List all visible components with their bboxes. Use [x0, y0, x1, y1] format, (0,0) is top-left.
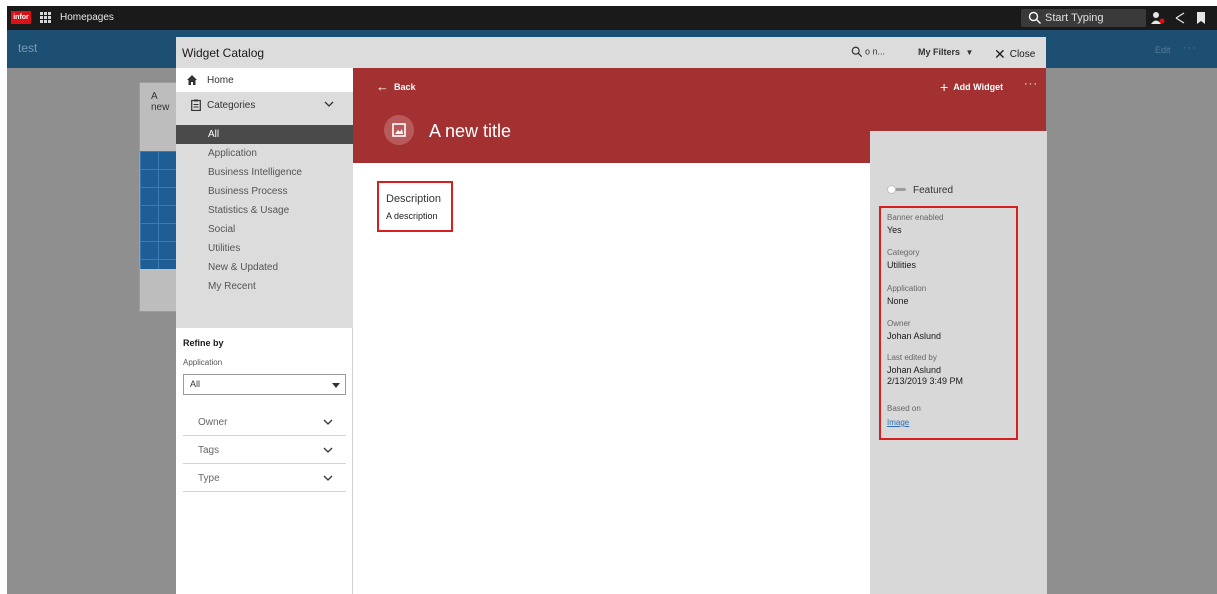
type-filter-label: Type	[198, 473, 220, 484]
nav-home-label: Home	[207, 75, 234, 86]
tags-filter-label: Tags	[198, 445, 220, 456]
catalog-search-button[interactable]: o n...	[851, 46, 885, 58]
arrow-left-icon: ←	[376, 79, 389, 94]
last-edited-label: Last edited by	[887, 353, 937, 362]
chevron-down-icon	[324, 101, 334, 107]
last-edited-value: Johan Aslund	[887, 365, 942, 375]
add-widget-button[interactable]: + Add Widget	[940, 79, 1003, 95]
tags-filter-accordion[interactable]: Tags	[183, 436, 346, 464]
application-filter-label: Application	[183, 358, 223, 367]
based-on-property: Based on Image	[887, 404, 921, 427]
app-grid-icon[interactable]	[40, 12, 52, 24]
my-filters-dropdown[interactable]: My Filters ▼	[918, 47, 973, 57]
category-new-updated[interactable]: New & Updated	[176, 258, 353, 277]
application-filter-select[interactable]: All	[183, 374, 346, 395]
categories-label: Categories	[207, 100, 256, 111]
user-profile-icon[interactable]	[1150, 11, 1165, 25]
close-label: Close	[1009, 49, 1036, 60]
last-edited-property: Last edited by Johan Aslund 2/13/2019 3:…	[887, 353, 963, 387]
back-button[interactable]: ← Back	[376, 79, 416, 94]
plus-icon: +	[940, 79, 949, 95]
caret-down-icon: ▼	[965, 48, 974, 57]
top-bar: infor Homepages Start Typing	[7, 6, 1217, 30]
catalog-search-label: o n...	[865, 46, 886, 57]
chevron-down-icon	[323, 419, 333, 425]
image-icon	[384, 115, 414, 145]
modal-title: Widget Catalog	[182, 46, 265, 60]
based-on-label: Based on	[887, 404, 921, 413]
homepage-widget-title: A new	[151, 91, 170, 113]
widget-image	[140, 151, 180, 269]
close-button[interactable]: ✕ Close	[994, 46, 1035, 63]
category-utilities[interactable]: Utilities	[176, 239, 353, 258]
description-text: A description	[386, 211, 438, 221]
modal-header: Widget Catalog o n... My Filters ▼ ✕ Clos…	[176, 37, 1046, 68]
widget-more-button[interactable]: ···	[1024, 78, 1038, 90]
global-search-placeholder: Start Typing	[1045, 12, 1104, 24]
homepage-widget-card: A new	[139, 82, 180, 312]
toggle-switch-icon	[887, 185, 907, 194]
categories-toggle[interactable]: Categories	[176, 92, 353, 125]
type-filter-accordion[interactable]: Type	[183, 464, 346, 492]
nav-home[interactable]: Home	[176, 68, 353, 92]
catalog-sidebar: Home Categories All Application Business…	[176, 68, 353, 594]
edit-button[interactable]: Edit	[1155, 45, 1171, 55]
application-filter-value: All	[190, 379, 201, 389]
banner-enabled-value: Yes	[887, 225, 902, 235]
banner-enabled-label: Banner enabled	[887, 213, 944, 222]
clipboard-icon	[191, 99, 201, 111]
widget-properties-panel: Featured Banner enabled Yes Category Uti…	[870, 131, 1047, 594]
homepage-name: test	[18, 41, 38, 55]
add-widget-label: Add Widget	[953, 82, 1004, 92]
back-label: Back	[394, 82, 416, 92]
category-business-process[interactable]: Business Process	[176, 182, 353, 201]
featured-label: Featured	[913, 185, 954, 196]
refine-by-heading: Refine by	[183, 338, 224, 348]
description-heading: Description	[386, 193, 442, 205]
bookmark-icon[interactable]	[1194, 11, 1209, 25]
homepage-more-button[interactable]: ···	[1183, 42, 1197, 54]
owner-filter-accordion[interactable]: Owner	[183, 408, 346, 436]
category-value: Utilities	[887, 260, 917, 270]
search-icon	[1028, 11, 1041, 24]
category-business-intelligence[interactable]: Business Intelligence	[176, 163, 353, 182]
based-on-link[interactable]: Image	[887, 418, 921, 427]
application-property: Application None	[887, 284, 926, 307]
owner-value: Johan Aslund	[887, 331, 942, 341]
properties-highlight: Banner enabled Yes Category Utilities Ap…	[879, 206, 1018, 440]
description-highlight: Description A description	[377, 181, 453, 232]
close-icon: ✕	[994, 46, 1006, 62]
category-label: Category	[887, 248, 920, 257]
owner-label: Owner	[887, 319, 911, 328]
application-label: Application	[887, 284, 927, 293]
category-social[interactable]: Social	[176, 220, 353, 239]
banner-enabled-property: Banner enabled Yes	[887, 213, 944, 236]
home-icon	[187, 75, 197, 85]
owner-property: Owner Johan Aslund	[887, 319, 941, 342]
category-property: Category Utilities	[887, 248, 919, 271]
chevron-down-icon	[323, 475, 333, 481]
search-icon	[851, 46, 863, 58]
application-value: None	[887, 296, 909, 306]
infor-logo[interactable]: infor	[11, 11, 31, 24]
category-my-recent[interactable]: My Recent	[176, 277, 353, 296]
category-statistics-usage[interactable]: Statistics & Usage	[176, 201, 353, 220]
share-icon[interactable]	[1173, 11, 1188, 25]
global-search-input[interactable]: Start Typing	[1021, 9, 1146, 27]
category-all[interactable]: All	[176, 125, 353, 144]
widget-title: A new title	[429, 121, 512, 141]
chevron-down-icon	[323, 447, 333, 453]
owner-filter-label: Owner	[198, 417, 228, 428]
last-edited-date: 2/13/2019 3:49 PM	[887, 376, 964, 386]
category-application[interactable]: Application	[176, 144, 353, 163]
app-title: Homepages	[60, 12, 114, 23]
my-filters-label: My Filters	[918, 47, 961, 57]
caret-down-icon	[332, 383, 340, 388]
featured-toggle[interactable]: Featured	[887, 185, 953, 196]
categories-section: Categories All Application Business Inte…	[176, 92, 353, 328]
